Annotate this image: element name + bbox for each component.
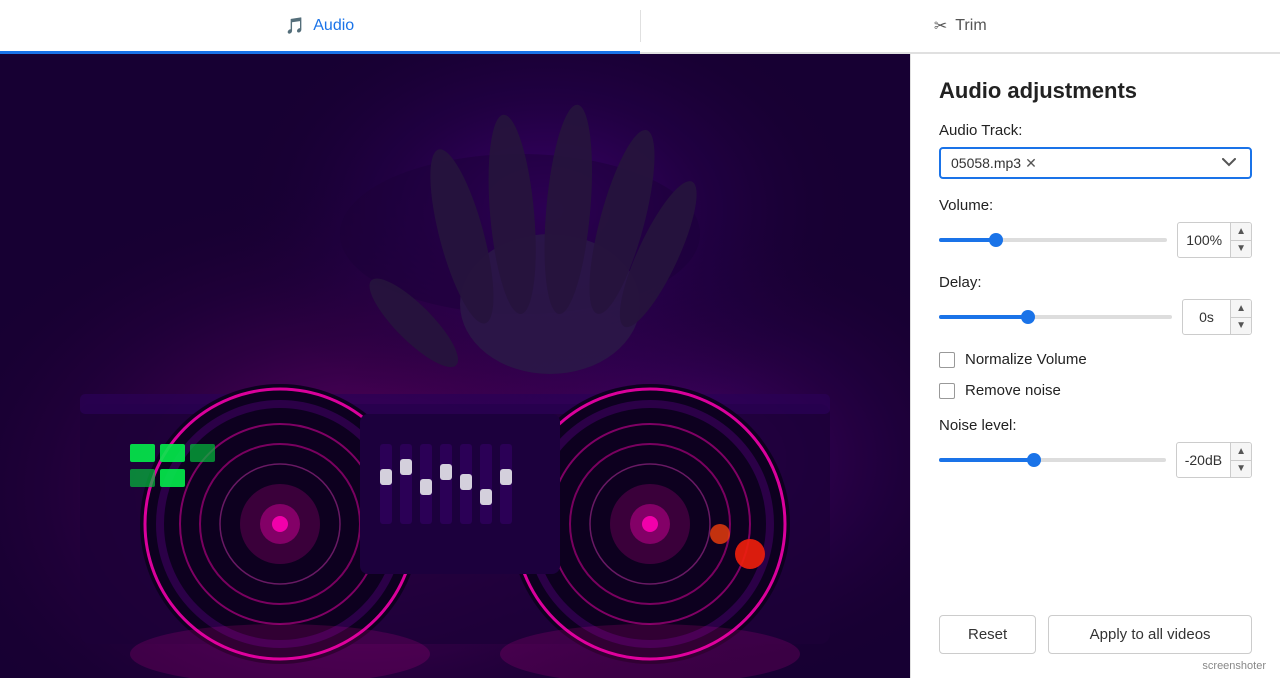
delay-up-button[interactable]: ▲ bbox=[1231, 300, 1251, 318]
apply-to-all-videos-button[interactable]: Apply to all videos bbox=[1048, 615, 1252, 654]
remove-noise-label: Remove noise bbox=[965, 382, 1061, 399]
delay-spinners: ▲ ▼ bbox=[1230, 300, 1251, 334]
panel-title: Audio adjustments bbox=[939, 78, 1252, 104]
volume-value-box: 100% ▲ ▼ bbox=[1177, 222, 1252, 258]
remove-noise-row: Remove noise bbox=[939, 382, 1252, 399]
tag-text: 05058.mp3 bbox=[951, 155, 1021, 171]
delay-label: Delay: bbox=[939, 274, 1252, 291]
audio-track-dropdown[interactable] bbox=[1218, 158, 1240, 168]
tab-audio-label: Audio bbox=[313, 17, 354, 35]
remove-noise-checkbox[interactable] bbox=[939, 383, 955, 399]
audio-track-label: Audio Track: bbox=[939, 122, 1252, 139]
right-panel: Audio adjustments Audio Track: 05058.mp3… bbox=[910, 54, 1280, 678]
video-panel bbox=[0, 54, 910, 678]
normalize-label: Normalize Volume bbox=[965, 351, 1087, 368]
watermark: screenshoter bbox=[1196, 658, 1272, 674]
reset-button[interactable]: Reset bbox=[939, 615, 1036, 654]
audio-track-container[interactable]: 05058.mp3 ✕ bbox=[939, 147, 1252, 179]
volume-row: 100% ▲ ▼ bbox=[939, 222, 1252, 258]
volume-fill bbox=[939, 238, 996, 242]
delay-slider[interactable] bbox=[939, 315, 1172, 319]
noise-level-value-box: -20dB ▲ ▼ bbox=[1176, 442, 1252, 478]
delay-down-button[interactable]: ▼ bbox=[1231, 318, 1251, 335]
normalize-row: Normalize Volume bbox=[939, 351, 1252, 368]
delay-row: 0s ▲ ▼ bbox=[939, 299, 1252, 335]
volume-label: Volume: bbox=[939, 197, 1252, 214]
volume-up-button[interactable]: ▲ bbox=[1231, 223, 1251, 241]
volume-slider[interactable] bbox=[939, 238, 1167, 242]
tab-audio[interactable]: 🎵 Audio bbox=[0, 0, 640, 54]
noise-level-label: Noise level: bbox=[939, 417, 1252, 434]
delay-value: 0s bbox=[1183, 309, 1230, 325]
audio-icon: 🎵 bbox=[285, 16, 305, 36]
tag-close-button[interactable]: ✕ bbox=[1025, 156, 1037, 170]
volume-spinners: ▲ ▼ bbox=[1230, 223, 1251, 257]
tab-trim[interactable]: ✂ Trim bbox=[641, 0, 1280, 54]
noise-level-down-button[interactable]: ▼ bbox=[1231, 461, 1251, 478]
bottom-buttons: Reset Apply to all videos bbox=[939, 595, 1252, 654]
noise-level-spinners: ▲ ▼ bbox=[1230, 443, 1251, 477]
volume-down-button[interactable]: ▼ bbox=[1231, 241, 1251, 258]
noise-level-fill bbox=[939, 458, 1034, 462]
delay-thumb[interactable] bbox=[1021, 310, 1035, 324]
dj-image bbox=[0, 54, 910, 678]
delay-fill bbox=[939, 315, 1028, 319]
main-content: Audio adjustments Audio Track: 05058.mp3… bbox=[0, 54, 1280, 678]
noise-level-row: -20dB ▲ ▼ bbox=[939, 442, 1252, 478]
noise-level-slider[interactable] bbox=[939, 458, 1166, 462]
delay-value-box: 0s ▲ ▼ bbox=[1182, 299, 1252, 335]
tab-trim-label: Trim bbox=[955, 17, 986, 35]
dj-illustration bbox=[0, 54, 910, 678]
trim-icon: ✂ bbox=[934, 16, 947, 36]
noise-level-value: -20dB bbox=[1177, 452, 1230, 468]
tabs-bar: 🎵 Audio ✂ Trim bbox=[0, 0, 1280, 54]
volume-thumb[interactable] bbox=[989, 233, 1003, 247]
volume-value: 100% bbox=[1178, 232, 1230, 248]
normalize-checkbox[interactable] bbox=[939, 352, 955, 368]
audio-track-input[interactable] bbox=[1043, 155, 1212, 171]
audio-track-tag: 05058.mp3 ✕ bbox=[951, 155, 1037, 171]
noise-level-thumb[interactable] bbox=[1027, 453, 1041, 467]
noise-level-up-button[interactable]: ▲ bbox=[1231, 443, 1251, 461]
